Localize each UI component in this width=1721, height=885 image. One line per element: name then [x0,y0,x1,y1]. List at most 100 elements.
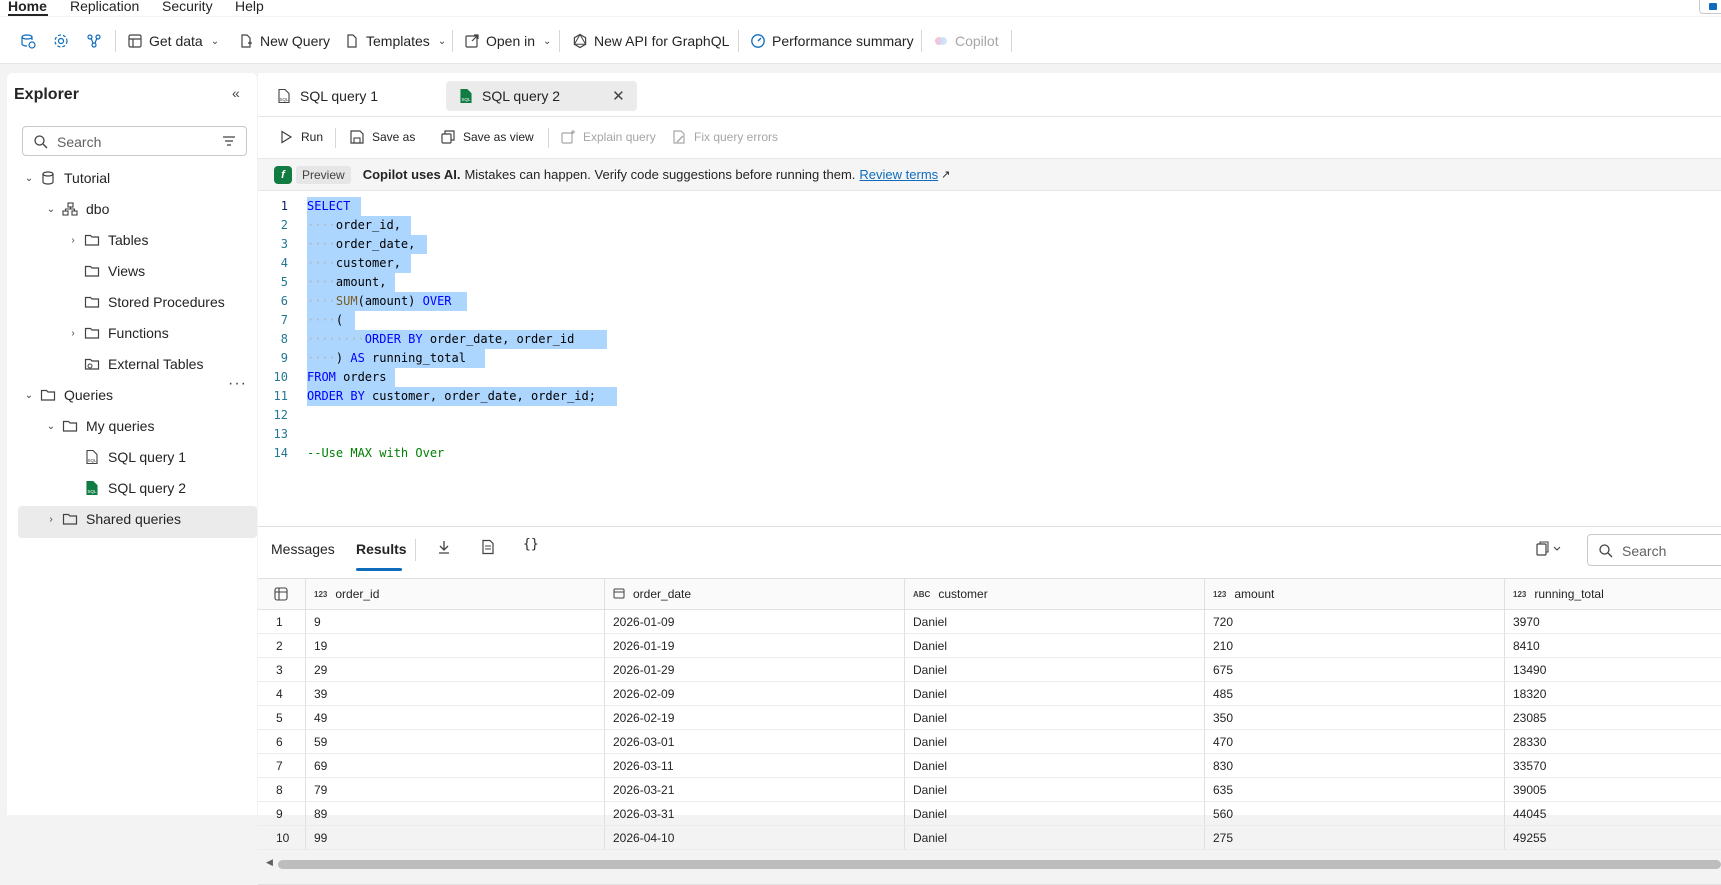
menu-help[interactable]: Help [235,0,264,14]
table-cell[interactable]: 275 [1204,826,1504,849]
new-query-button[interactable]: New Query [238,31,330,51]
new-api-graphql-button[interactable]: New API for GraphQL [572,31,729,51]
table-cell[interactable]: 560 [1204,802,1504,825]
table-cell[interactable]: 2026-01-19 [604,634,904,657]
tab-sql-query-1[interactable]: SQL SQL query 1 [264,81,390,111]
table-cell[interactable]: 23085 [1504,706,1721,729]
settings-gear-icon[interactable] [53,31,69,51]
table-cell[interactable]: 28330 [1504,730,1721,753]
filter-icon[interactable] [222,134,236,151]
tab-sql-query-2[interactable]: SQL SQL query 2 ✕ [446,81,637,111]
column-header-customer[interactable]: ABC customer [904,579,1204,609]
table-cell[interactable]: 350 [1204,706,1504,729]
tree-item-functions[interactable]: › Functions [66,321,168,345]
table-cell[interactable]: Daniel [904,658,1204,681]
table-row[interactable]: 3 29 2026-01-29 Daniel 675 13490 [258,658,1721,682]
table-cell[interactable]: 2026-04-10 [604,826,904,849]
review-terms-link[interactable]: Review terms [859,167,938,182]
download-icon[interactable] [436,539,452,558]
table-cell[interactable]: 19 [305,634,604,657]
table-cell[interactable]: 675 [1204,658,1504,681]
table-cell[interactable]: 830 [1204,754,1504,777]
table-cell[interactable]: Daniel [904,826,1204,849]
table-cell[interactable]: Daniel [904,730,1204,753]
table-cell[interactable]: 2026-02-09 [604,682,904,705]
table-cell[interactable]: 29 [305,658,604,681]
table-cell[interactable]: 18320 [1504,682,1721,705]
table-cell[interactable]: Daniel [904,754,1204,777]
tree-item-shared-queries[interactable]: › Shared queries [44,507,181,531]
table-cell[interactable]: 49 [305,706,604,729]
table-cell[interactable]: 99 [305,826,604,849]
table-cell[interactable]: 2026-03-01 [604,730,904,753]
table-row[interactable]: 5 49 2026-02-19 Daniel 350 23085 [258,706,1721,730]
collapse-panel-icon[interactable]: « [232,85,240,101]
tree-item-tables[interactable]: › Tables [66,228,148,252]
table-cell[interactable]: Daniel [904,682,1204,705]
menu-home[interactable]: Home [8,0,47,14]
grid-select-all-icon[interactable] [258,579,305,609]
table-row[interactable]: 8 79 2026-03-21 Daniel 635 39005 [258,778,1721,802]
table-row[interactable]: 7 69 2026-03-11 Daniel 830 33570 [258,754,1721,778]
tab-messages[interactable]: Messages [271,541,335,557]
table-cell[interactable]: 485 [1204,682,1504,705]
column-header-running-total[interactable]: 123 running_total [1504,579,1721,609]
table-cell[interactable]: 8410 [1504,634,1721,657]
table-cell[interactable]: 470 [1204,730,1504,753]
table-cell[interactable]: 2026-02-19 [604,706,904,729]
explain-query-button[interactable]: Explain query [560,129,656,145]
performance-summary-button[interactable]: Performance summary [750,31,914,51]
table-cell[interactable]: 39005 [1504,778,1721,801]
table-cell[interactable]: 2026-03-31 [604,802,904,825]
table-row[interactable]: 4 39 2026-02-09 Daniel 485 18320 [258,682,1721,706]
window-corner-button[interactable] [1699,0,1721,14]
table-cell[interactable]: 33570 [1504,754,1721,777]
table-row[interactable]: 2 19 2026-01-19 Daniel 210 8410 [258,634,1721,658]
column-header-amount[interactable]: 123 amount [1204,579,1504,609]
close-icon[interactable]: ✕ [612,87,625,105]
table-cell[interactable]: Daniel [904,634,1204,657]
table-row[interactable]: 9 89 2026-03-31 Daniel 560 44045 [258,802,1721,826]
table-row[interactable]: 6 59 2026-03-01 Daniel 470 28330 [258,730,1721,754]
scrollbar-thumb[interactable] [278,860,1721,869]
fix-query-errors-button[interactable]: Fix query errors [671,129,778,145]
more-options-icon[interactable]: ··· [228,375,247,393]
run-button[interactable]: Run [278,129,323,145]
tree-item-queries[interactable]: ⌄ Queries [22,383,113,407]
tree-item-dbo[interactable]: ⌄ dbo [44,197,110,221]
table-cell[interactable]: 2026-01-29 [604,658,904,681]
open-in-button[interactable]: Open in ⌄ [464,31,551,51]
explorer-search-input[interactable]: Search [22,126,247,156]
tab-results[interactable]: Results [356,541,407,557]
table-cell[interactable]: Daniel [904,610,1204,633]
table-cell[interactable]: 13490 [1504,658,1721,681]
results-search-input[interactable]: Search [1587,534,1721,566]
table-cell[interactable]: 44045 [1504,802,1721,825]
table-cell[interactable]: 2026-03-11 [604,754,904,777]
tree-item-sql-query-2[interactable]: SQL SQL query 2 [80,476,186,500]
tree-item-stored-procedures[interactable]: Stored Procedures [80,290,225,314]
document-view-icon[interactable] [480,539,496,558]
copilot-button[interactable]: Copilot [933,31,999,51]
tree-item-sql-query-1[interactable]: SQL SQL query 1 [80,445,186,469]
save-as-button[interactable]: Save as [349,129,415,145]
table-cell[interactable]: Daniel [904,778,1204,801]
table-cell[interactable]: Daniel [904,706,1204,729]
tree-item-tutorial[interactable]: ⌄ Tutorial [22,166,110,190]
templates-button[interactable]: Templates ⌄ [344,31,446,51]
table-cell[interactable]: 720 [1204,610,1504,633]
menu-replication[interactable]: Replication [70,0,139,14]
scroll-left-icon[interactable]: ◀ [266,857,273,868]
menu-security[interactable]: Security [162,0,213,14]
connection-nodes-icon[interactable] [86,31,102,51]
save-as-view-button[interactable]: Save as view [440,129,534,145]
copy-dropdown-icon[interactable] [1534,541,1564,560]
table-cell[interactable]: Daniel [904,802,1204,825]
column-header-order-date[interactable]: order_date [604,579,904,609]
table-cell[interactable]: 210 [1204,634,1504,657]
table-cell[interactable]: 59 [305,730,604,753]
table-cell[interactable]: 2026-01-09 [604,610,904,633]
table-row[interactable]: 10 99 2026-04-10 Daniel 275 49255 [258,826,1721,850]
tree-item-my-queries[interactable]: ⌄ My queries [44,414,155,438]
table-cell[interactable]: 69 [305,754,604,777]
